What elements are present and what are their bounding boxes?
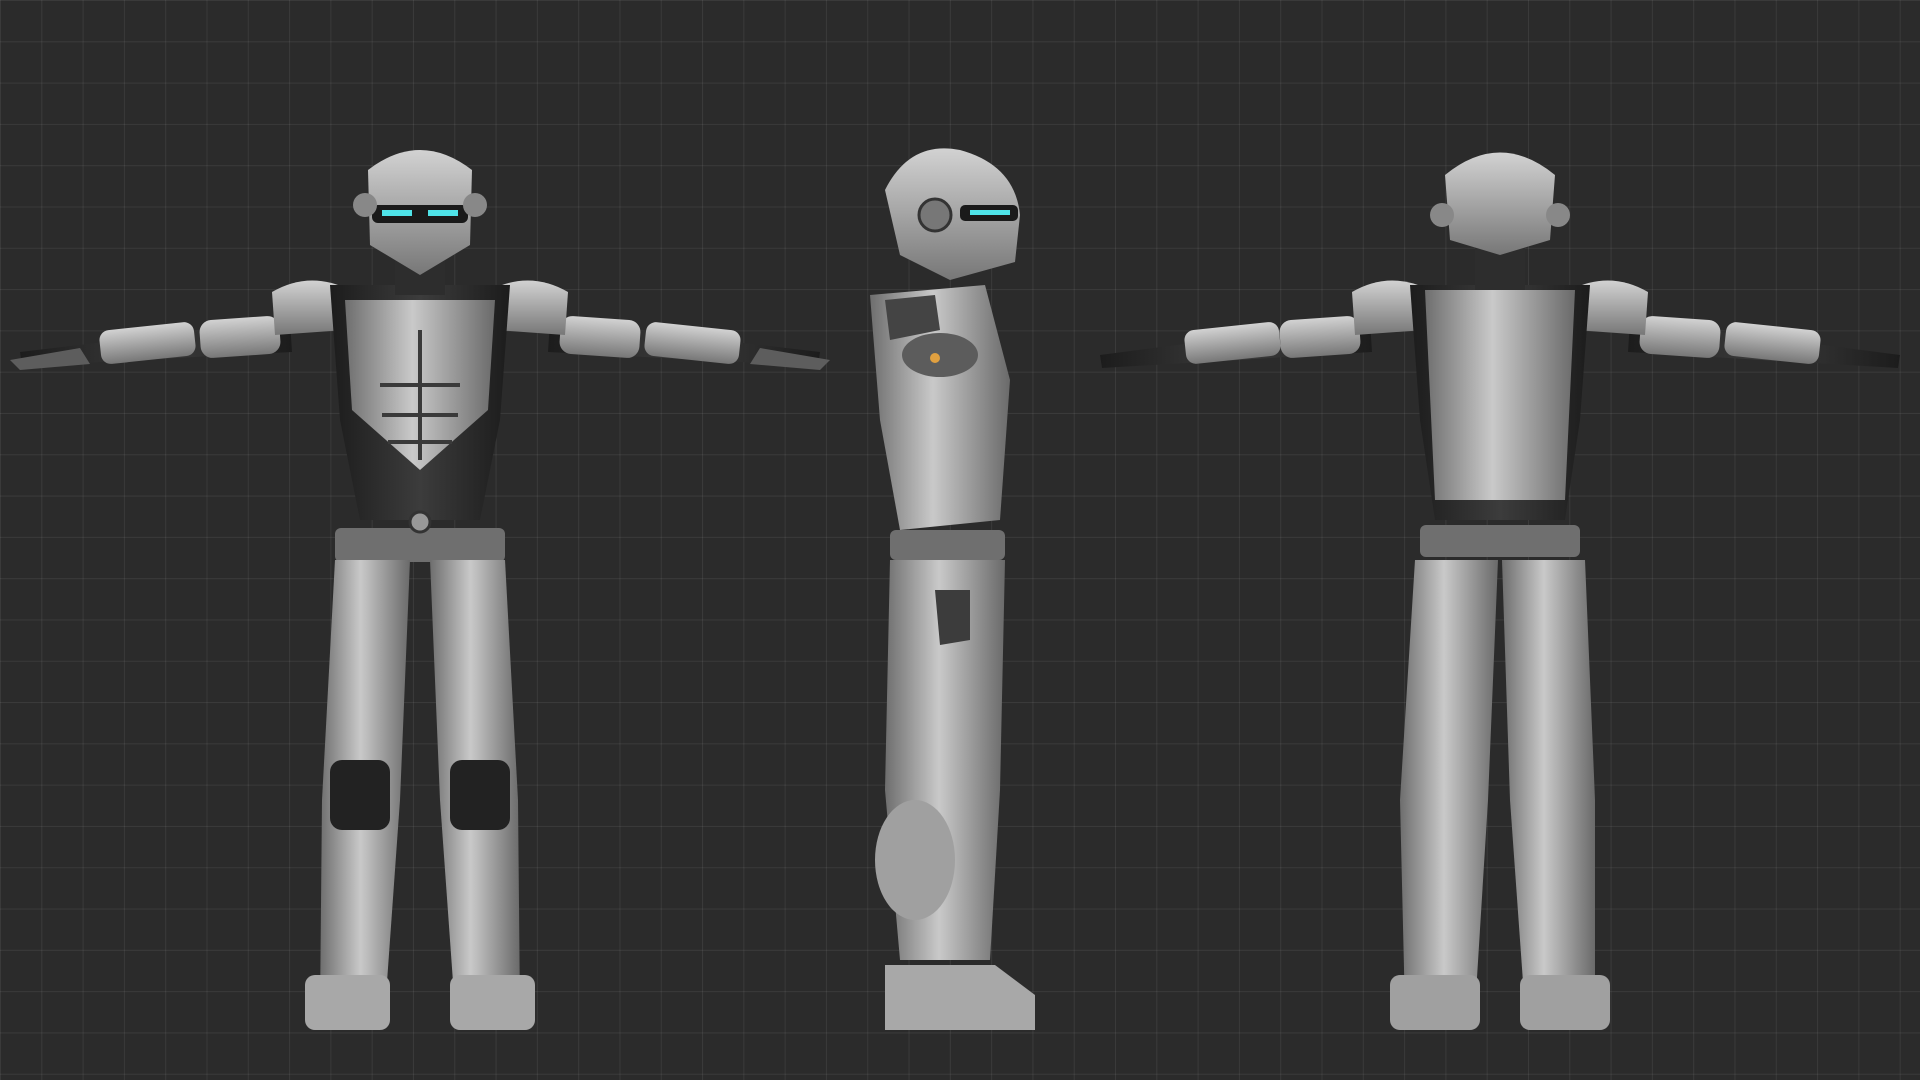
front-view-figure [10, 150, 830, 1030]
side-view-figure [870, 148, 1035, 1030]
back-view-figure [1100, 152, 1900, 1030]
turnaround-viewport [0, 0, 1920, 1080]
